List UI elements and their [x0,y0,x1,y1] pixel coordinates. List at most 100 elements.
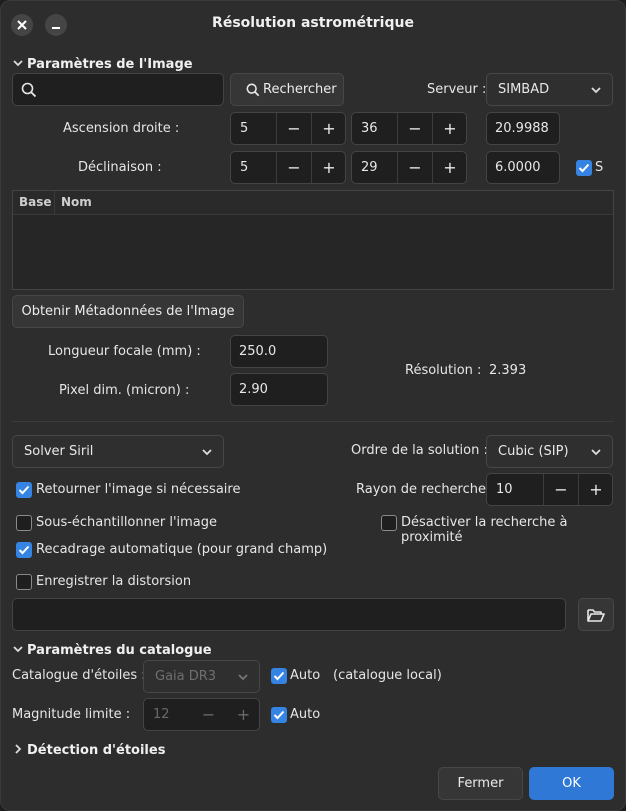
ok-button[interactable]: OK [529,767,614,800]
separator [12,421,614,422]
checkmark-icon [18,485,30,495]
column-header-name[interactable]: Nom [61,195,92,209]
folder-open-icon [587,609,605,622]
image-params-expander[interactable]: Paramètres de l'Image [13,57,193,72]
open-folder-button[interactable] [578,598,614,631]
dec-minutes-value: 29 [361,160,378,175]
astrometry-dialog: Résolution astrométrique Paramètres de l… [0,0,626,811]
downsample-checkbox[interactable] [16,515,32,531]
ra-hours-value: 5 [240,121,249,136]
search-radius-value: 10 [496,482,513,497]
close-button[interactable]: Fermer [438,767,523,800]
catalog-select[interactable]: Gaia DR3 [143,660,260,693]
ra-seconds-value: 20.9988 [495,121,549,136]
ra-hours-decrement[interactable]: − [276,113,311,144]
save-distortion-label: Enregistrer la distorsion [36,574,192,589]
solver-value: Solver Siril [24,444,94,459]
south-checkbox[interactable] [576,160,592,176]
order-value: Cubic (SIP) [498,444,569,459]
get-metadata-button[interactable]: Obtenir Métadonnées de l'Image [12,295,244,328]
dec-degrees-spin[interactable]: 5 − + [230,151,346,184]
title-bar: Résolution astrométrique [1,1,625,47]
catalog-label: Catalogue d'étoiles : [12,668,146,683]
results-table-header: Base Nom [13,191,613,215]
ra-minutes-value: 36 [361,121,378,136]
window-title: Résolution astrométrique [212,15,414,31]
ra-seconds-input[interactable]: 20.9988 [486,112,560,145]
autocrop-label: Recadrage automatique (pour grand champ) [36,542,328,557]
downsample-label: Sous-échantillonner l'image [36,515,218,530]
magnitude-increment[interactable]: + [226,699,261,730]
resolution-value: 2.393 [489,363,527,378]
order-select[interactable]: Cubic (SIP) [486,435,613,468]
catalog-auto-checkbox[interactable] [271,668,287,684]
checkmark-icon [578,163,590,173]
search-button[interactable]: Rechercher [230,73,344,106]
chevron-right-icon [15,744,22,754]
solver-select[interactable]: Solver Siril [12,435,224,468]
dec-minutes-decrement[interactable]: − [397,152,432,183]
dec-degrees-increment[interactable]: + [311,152,346,183]
disable-near-search-checkbox[interactable] [381,515,397,531]
star-detection-expander[interactable]: Détection d'étoiles [13,743,165,758]
dec-degrees-value: 5 [240,160,249,175]
catalog-note: (catalogue local) [333,668,442,683]
catalog-params-expander[interactable]: Paramètres du catalogue [13,643,212,658]
magnitude-value: 12 [153,707,170,722]
pixel-size-value: 2.90 [239,382,268,397]
checkmark-icon [273,710,285,720]
focal-length-value: 250.0 [239,344,277,359]
south-label: S [595,160,604,175]
dec-seconds-input[interactable]: 6.0000 [486,151,560,184]
chevron-down-icon [202,449,212,456]
object-search-input[interactable] [12,73,224,106]
image-params-header: Paramètres de l'Image [27,57,193,72]
ra-minutes-spin[interactable]: 36 − + [351,112,467,145]
focal-length-input[interactable]: 250.0 [230,335,328,368]
chevron-down-icon [238,674,248,681]
autocrop-checkbox[interactable] [16,542,32,558]
catalog-params-header: Paramètres du catalogue [27,643,212,658]
focal-label: Longueur focale (mm) : [48,344,201,359]
ra-minutes-decrement[interactable]: − [397,113,432,144]
dec-label: Déclinaison : [78,160,162,175]
results-table[interactable]: Base Nom [12,190,614,290]
search-radius-decrement[interactable]: − [543,474,578,505]
flip-label: Retourner l'image si nécessaire [36,482,241,497]
server-select[interactable]: SIMBAD [486,73,613,106]
ra-minutes-increment[interactable]: + [432,113,467,144]
chevron-down-icon [13,60,23,67]
pixel-label: Pixel dim. (micron) : [59,383,190,398]
pixel-size-input[interactable]: 2.90 [230,373,328,406]
flip-checkbox[interactable] [16,482,32,498]
distortion-path-input[interactable] [12,598,566,631]
catalog-auto-label: Auto [290,668,321,683]
ra-hours-spin[interactable]: 5 − + [230,112,346,145]
search-icon [246,83,260,97]
ra-hours-increment[interactable]: + [311,113,346,144]
resolution-label: Résolution : [405,363,482,378]
search-icon [21,82,37,98]
magnitude-auto-label: Auto [290,707,321,722]
magnitude-decrement[interactable]: − [191,699,226,730]
magnitude-spin[interactable]: 12 − + [143,698,260,731]
save-distortion-checkbox[interactable] [16,574,32,590]
server-label: Serveur : [427,82,487,97]
search-button-label: Rechercher [263,82,337,97]
magnitude-label: Magnitude limite : [12,707,131,722]
chevron-down-icon [591,449,601,456]
column-divider [54,191,55,215]
magnitude-auto-checkbox[interactable] [271,707,287,723]
search-radius-spin[interactable]: 10 − + [486,473,613,506]
ra-label: Ascension droite : [63,121,180,136]
search-radius-increment[interactable]: + [578,474,613,505]
catalog-value: Gaia DR3 [155,669,217,684]
dec-degrees-decrement[interactable]: − [276,152,311,183]
server-value: SIMBAD [498,82,550,97]
dec-minutes-increment[interactable]: + [432,152,467,183]
column-header-base[interactable]: Base [19,195,52,209]
dec-minutes-spin[interactable]: 29 − + [351,151,467,184]
star-detection-header: Détection d'étoiles [27,743,166,758]
checkmark-icon [273,671,285,681]
disable-near-search-label: Désactiver la recherche à proximité [401,515,568,545]
